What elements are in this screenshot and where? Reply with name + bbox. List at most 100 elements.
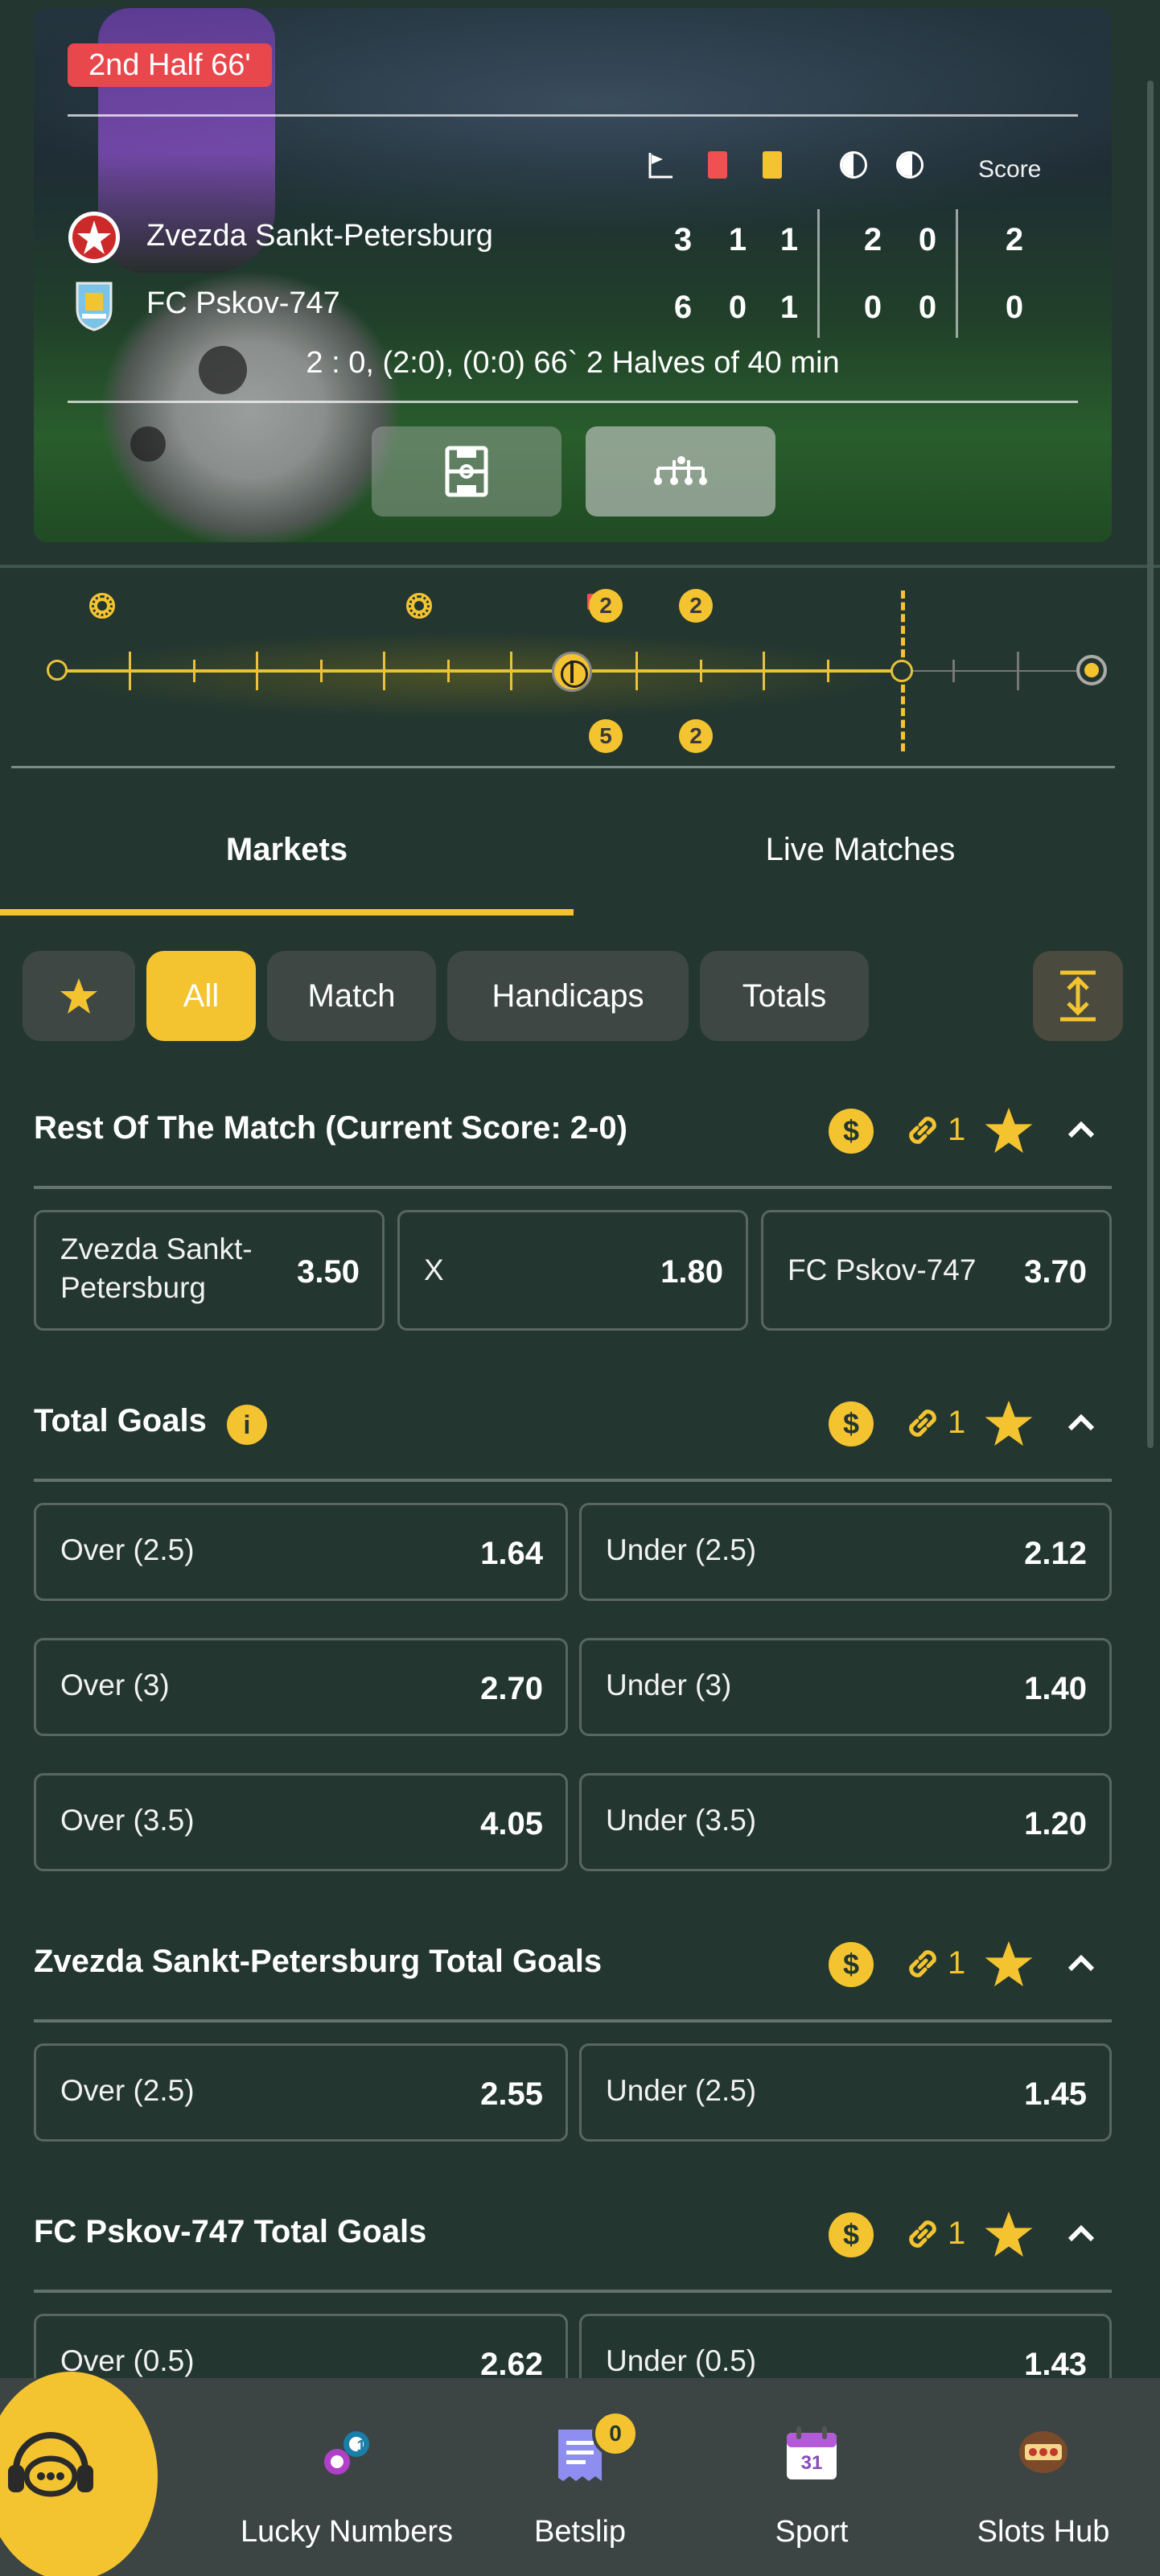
top-event-count: 2	[679, 589, 713, 623]
odd-value: 2.70	[480, 1671, 543, 1706]
link-icon[interactable]	[903, 1403, 943, 1443]
filter-totals[interactable]: Totals	[700, 951, 869, 1041]
cashout-icon[interactable]: $	[829, 1401, 874, 1446]
favorite-star-icon[interactable]	[983, 2209, 1035, 2259]
second-half-icon	[896, 151, 923, 179]
stat-separator	[817, 209, 820, 338]
divider	[34, 2290, 1112, 2293]
link-icon[interactable]	[903, 1944, 943, 1984]
cashout-icon[interactable]: $	[829, 1942, 874, 1987]
odd-button-over[interactable]: Over (3) 2.70	[34, 1638, 568, 1736]
timeline-glow	[48, 631, 901, 719]
nav-label: Sport	[775, 2515, 849, 2549]
nav-sport[interactable]: 31 Sport	[695, 2378, 928, 2576]
odd-label: Over (2.5)	[60, 2074, 195, 2107]
yellow-cards-value: 1	[780, 222, 799, 257]
nav-lucky-numbers[interactable]: 1 Lucky Numbers	[230, 2378, 463, 2576]
timeline-remaining-track	[901, 670, 1094, 672]
scrollbar[interactable]	[1147, 80, 1154, 1448]
favorites-filter-button[interactable]	[23, 951, 135, 1041]
odd-label: Under (0.5)	[606, 2344, 757, 2377]
betslip-count-badge: 0	[592, 2410, 639, 2457]
timeline-tick	[320, 660, 323, 682]
timeline-tick	[447, 660, 450, 682]
odd-button-over[interactable]: Over (2.5) 2.55	[34, 2043, 568, 2142]
odd-button-under[interactable]: Under (2.5) 2.12	[579, 1503, 1112, 1601]
divider	[11, 766, 1115, 768]
lineup-view-button[interactable]	[586, 426, 775, 516]
odd-value: 1.20	[1024, 1806, 1087, 1841]
timeline-tick	[827, 660, 829, 682]
halftime-marker	[552, 652, 592, 692]
info-icon[interactable]: i	[227, 1405, 267, 1445]
chevron-up-icon[interactable]	[1063, 1112, 1099, 1147]
odd-button-draw[interactable]: X 1.80	[397, 1210, 748, 1331]
lineup-icon	[654, 456, 707, 485]
odd-value: 1.64	[480, 1536, 543, 1571]
lucky-ball-number: 1	[356, 2438, 366, 2455]
market-title: Zvezda Sankt-Petersburg Total Goals	[34, 1944, 603, 1979]
yellow-card-icon	[763, 151, 782, 179]
cashout-icon[interactable]: $	[829, 2212, 874, 2257]
timeline-tick	[129, 652, 131, 690]
pitch-view-button[interactable]	[372, 426, 561, 516]
odd-button-home[interactable]: Zvezda Sankt- Petersburg 3.50	[34, 1210, 385, 1331]
divider	[34, 2019, 1112, 2023]
odd-button-over[interactable]: Over (3.5) 4.05	[34, 1773, 568, 1871]
stat-separator	[956, 209, 958, 338]
favorite-star-icon[interactable]	[983, 1398, 1035, 1448]
filter-match[interactable]: Match	[267, 951, 436, 1041]
corners-value: 6	[673, 290, 693, 325]
odd-button-over[interactable]: Over (2.5) 1.64	[34, 1503, 568, 1601]
active-tab-indicator	[0, 909, 574, 916]
zvezda-logo	[68, 212, 120, 263]
chevron-up-icon[interactable]	[1063, 1945, 1099, 1981]
timeline-end-marker	[1076, 655, 1107, 685]
timeline-tick	[510, 652, 512, 690]
nav-slots-hub[interactable]: Slots Hub	[927, 2378, 1160, 2576]
odd-button-under[interactable]: Under (3.5) 1.20	[579, 1773, 1112, 1871]
odd-value: 1.80	[660, 1254, 723, 1290]
calendar-day: 31	[800, 2452, 823, 2474]
corners-value: 3	[673, 222, 693, 257]
timeline-tick	[256, 652, 258, 690]
divider	[34, 1479, 1112, 1482]
divider	[34, 1186, 1112, 1189]
filter-all[interactable]: All	[146, 951, 256, 1041]
odd-button-away[interactable]: FC Pskov-747 3.70	[761, 1210, 1112, 1331]
chevron-up-icon[interactable]	[1063, 1405, 1099, 1440]
star-icon	[60, 978, 97, 1014]
market-tools: $ 1	[829, 1398, 1102, 1450]
odd-label: Over (2.5)	[60, 1533, 195, 1566]
first-half-icon	[840, 151, 867, 179]
cashout-icon[interactable]: $	[829, 1109, 874, 1154]
favorite-star-icon[interactable]	[983, 1939, 1035, 1989]
nav-label: Betslip	[533, 2515, 627, 2549]
odd-button-under[interactable]: Under (3) 1.40	[579, 1638, 1112, 1736]
red-cards-value: 1	[728, 222, 747, 257]
market-tools: $ 1	[829, 1939, 1102, 1990]
odd-button-under[interactable]: Under (2.5) 1.45	[579, 2043, 1112, 2142]
tab-markets[interactable]: Markets	[0, 772, 574, 917]
collapse-expand-icon	[1060, 970, 1096, 1022]
tab-live-matches[interactable]: Live Matches	[574, 772, 1147, 917]
odd-label: Under (2.5)	[606, 2074, 757, 2107]
goal-ball-icon	[87, 591, 117, 621]
timeline-start-marker	[47, 660, 68, 681]
filter-handicaps[interactable]: Handicaps	[447, 951, 689, 1041]
headset-chat-icon	[8, 2432, 93, 2497]
nav-betslip[interactable]: 0 Betslip	[463, 2378, 697, 2576]
market-tools: $ 1	[829, 2209, 1102, 2261]
favorite-star-icon[interactable]	[983, 1105, 1035, 1155]
link-icon[interactable]	[903, 2214, 943, 2254]
market-tools: $ 1	[829, 1105, 1102, 1157]
collapse-all-button[interactable]	[1033, 951, 1123, 1041]
team-row-away: FC Pskov-747 6 0 1 0 0 0	[66, 277, 1080, 333]
tab-bar: Markets Live Matches	[0, 772, 1160, 917]
market-title: FC Pskov-747 Total Goals	[34, 2214, 427, 2249]
team-name: FC Pskov-747	[146, 286, 340, 320]
period-badge: 2nd Half 66'	[68, 43, 272, 87]
chevron-up-icon[interactable]	[1063, 2216, 1099, 2251]
timeline-tick	[1017, 652, 1019, 690]
link-icon[interactable]	[903, 1110, 943, 1150]
